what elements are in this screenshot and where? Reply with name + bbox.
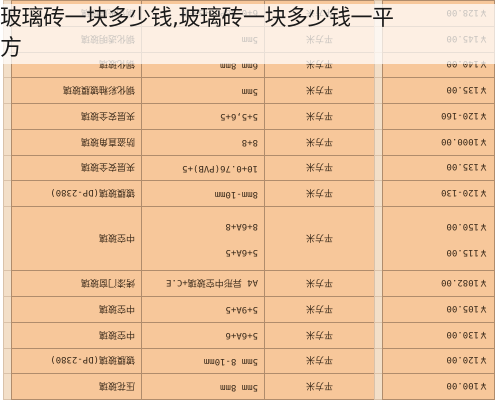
price-cell: ￥115.00 ￥150.00 xyxy=(382,206,495,271)
column-gap xyxy=(374,129,383,156)
product-name-cell: 中空玻璃 xyxy=(11,206,142,271)
spec-cell: 5mm 8mm xyxy=(141,373,265,400)
spec-line: 5+6A+5 xyxy=(225,246,258,257)
unit-cell: 平方米 xyxy=(264,103,375,130)
spec-cell: 5+5,6+5 xyxy=(141,103,265,130)
product-name-cell: 钢化彩釉镀膜玻璃 xyxy=(11,77,142,104)
unit-cell: 平方米 xyxy=(264,270,375,297)
product-name-cell: 烤漆门窗玻璃 xyxy=(11,270,142,297)
unit-cell: 平方米 xyxy=(264,296,375,323)
column-gap xyxy=(374,322,383,349)
column-gap xyxy=(3,103,12,130)
unit-cell: 平方米 xyxy=(264,322,375,349)
table-row: ￥130.00 平方米 5+6A+6 中空玻璃 xyxy=(3,322,495,349)
product-name-cell: 压花玻璃 xyxy=(11,373,142,400)
column-gap xyxy=(3,348,12,374)
table-row: ￥135.00 平方米 5mm 钢化彩釉镀膜玻璃 xyxy=(3,77,495,104)
table-row: ￥115.00 ￥150.00 平方米 5+6A+5 8+6A+8 中空玻璃 xyxy=(3,206,495,271)
spec-line: 8+6A+8 xyxy=(225,220,258,231)
column-gap xyxy=(374,155,383,181)
price-cell: ￥120.00 xyxy=(382,348,495,374)
column-gap xyxy=(374,103,383,130)
column-gap xyxy=(374,348,383,374)
price-cell: ￥1082.00 xyxy=(382,270,495,297)
column-gap xyxy=(3,129,12,156)
price-cell: ￥130.00 xyxy=(382,322,495,349)
spec-cell: 5+6A+5 8+6A+8 xyxy=(141,206,265,271)
table-row: ￥120-130 平方米 8mm-10mm 镀膜玻璃(DP-2380) xyxy=(3,180,495,207)
column-gap xyxy=(3,322,12,349)
spec-cell: 5mm xyxy=(141,77,265,104)
table-row: ￥1000.00 平方米 8+8 防盗直角玻璃 xyxy=(3,129,495,156)
column-gap xyxy=(3,270,12,297)
price-cell: ￥135.00 xyxy=(382,77,495,104)
spec-cell: 10+0.76(PVB)+5 xyxy=(141,155,265,181)
table-row: ￥105.00 平方米 5+9A+5 中空玻璃 xyxy=(3,296,495,323)
product-name-cell: 镀膜玻璃(DP-2380) xyxy=(11,348,142,374)
column-gap xyxy=(374,180,383,207)
product-name-cell: 防盗直角玻璃 xyxy=(11,129,142,156)
column-gap xyxy=(374,373,383,400)
unit-cell: 平方米 xyxy=(264,206,375,271)
table-row: ￥120.00 平方米 5mm 8-10mm 镀膜玻璃(DP-2380) xyxy=(3,348,495,374)
spec-cell: 8mm-10mm xyxy=(141,180,265,207)
product-name-cell: 夹层安全玻璃 xyxy=(11,103,142,130)
column-gap xyxy=(3,296,12,323)
price-line: ￥150.00 xyxy=(446,220,488,231)
price-cell: ￥120-130 xyxy=(382,180,495,207)
table-row: ￥1082.00 平方米 A4 异形中空玻璃+C.E 烤漆门窗玻璃 xyxy=(3,270,495,297)
column-gap xyxy=(3,77,12,104)
unit-cell: 平方米 xyxy=(264,373,375,400)
price-cell: ￥105.00 xyxy=(382,296,495,323)
product-name-cell: 中空玻璃 xyxy=(11,322,142,349)
column-gap xyxy=(374,206,383,271)
unit-cell: 平方米 xyxy=(264,180,375,207)
column-gap xyxy=(3,206,12,271)
price-line: ￥115.00 xyxy=(446,246,488,257)
unit-cell: 平方米 xyxy=(264,77,375,104)
column-gap xyxy=(3,180,12,207)
table-row: ￥135.00 平方米 10+0.76(PVB)+5 夹层安全玻璃 xyxy=(3,155,495,181)
table-row: ￥100.00 平方米 5mm 8mm 压花玻璃 xyxy=(3,373,495,400)
spec-cell: 8+8 xyxy=(141,129,265,156)
product-name-cell: 中空玻璃 xyxy=(11,296,142,323)
spec-cell: A4 异形中空玻璃+C.E xyxy=(141,270,265,297)
price-cell: ￥100.00 xyxy=(382,373,495,400)
page-title: 玻璃砖一块多少钱,玻璃砖一块多少钱一平 方 xyxy=(0,4,497,64)
unit-cell: 平方米 xyxy=(264,155,375,181)
price-cell: ￥1000.00 xyxy=(382,129,495,156)
spec-cell: 5+6A+6 xyxy=(141,322,265,349)
table-row: ￥120-160 平方米 5+5,6+5 夹层安全玻璃 xyxy=(3,103,495,130)
title-line-1: 玻璃砖一块多少钱,玻璃砖一块多少钱一平 xyxy=(0,6,394,31)
price-cell: ￥135.00 xyxy=(382,155,495,181)
product-name-cell: 镀膜玻璃(DP-2380) xyxy=(11,180,142,207)
price-sheet: ￥100.00 平方米 5mm 8mm 压花玻璃 ￥120.00 平方米 5mm 8-10m… xyxy=(0,0,497,400)
column-gap xyxy=(3,155,12,181)
column-gap xyxy=(374,77,383,104)
column-gap xyxy=(374,296,383,323)
price-cell: ￥120-160 xyxy=(382,103,495,130)
unit-cell: 平方米 xyxy=(264,129,375,156)
column-gap xyxy=(3,373,12,400)
title-line-2: 方 xyxy=(0,36,22,61)
column-gap xyxy=(374,270,383,297)
spec-cell: 5mm 8-10mm xyxy=(141,348,265,374)
spec-cell: 5+9A+5 xyxy=(141,296,265,323)
product-name-cell: 夹层安全玻璃 xyxy=(11,155,142,181)
unit-cell: 平方米 xyxy=(264,348,375,374)
